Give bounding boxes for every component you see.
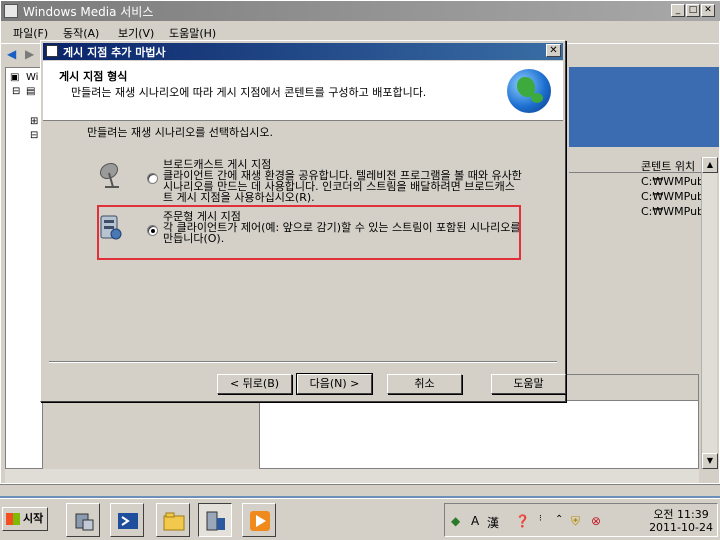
- satellite-dish-icon: [99, 162, 119, 188]
- windows-media-services-icon: [206, 511, 225, 531]
- list-row[interactable]: C:₩WMPub: [641, 175, 704, 188]
- taskbar-media-player[interactable]: [242, 503, 276, 537]
- horizontal-scrollbar[interactable]: [5, 469, 699, 483]
- list-row[interactable]: C:₩WMPub: [641, 190, 704, 203]
- server-manager-icon: [75, 513, 94, 531]
- network-warning-icon[interactable]: ⊗: [591, 514, 601, 528]
- system-tray: ◆ A 漢 ❓ ⁝ ⌃ ⛨ ⊗ 오전 11:39 2011-10-24: [444, 503, 718, 537]
- help-icon[interactable]: ❓: [515, 514, 530, 528]
- options-icon[interactable]: ⁝: [539, 514, 542, 524]
- option-broadcast-label[interactable]: 브로드캐스트 게시 지점 클라이언트 간에 재생 환경을 공유합니다. 텔레비전…: [163, 159, 523, 203]
- dialog-titlebar[interactable]: 게시 지점 추가 마법사 ✕: [43, 43, 563, 60]
- ime-hanja-indicator[interactable]: 漢: [487, 514, 499, 531]
- back-button[interactable]: < 뒤로(B): [217, 374, 292, 394]
- details-banner: [569, 67, 719, 147]
- menu-view[interactable]: 보기(V): [118, 25, 154, 41]
- taskbar-explorer[interactable]: [156, 503, 190, 537]
- ime-a-indicator[interactable]: A: [471, 514, 479, 528]
- option-broadcast: 브로드캐스트 게시 지점 클라이언트 간에 재생 환경을 공유합니다. 텔레비전…: [97, 159, 522, 203]
- status-bar: [0, 484, 720, 496]
- button-separator: [49, 361, 557, 363]
- scenario-prompt: 만들려는 재생 시나리오를 선택하십시오.: [87, 126, 274, 139]
- scroll-up-icon[interactable]: ▲: [702, 157, 718, 173]
- tree-expand-icon[interactable]: ⊞: [30, 116, 38, 127]
- taskbar-server-manager[interactable]: [66, 503, 100, 537]
- forward-arrow-icon[interactable]: ▶: [25, 47, 41, 61]
- list-row[interactable]: C:₩WMPub: [641, 205, 704, 218]
- taskbar-powershell[interactable]: [110, 503, 144, 537]
- clock-time: 오전 11:39: [653, 508, 709, 521]
- list-column-header[interactable]: 콘텐트 위치: [569, 157, 701, 173]
- show-hidden-icons-icon[interactable]: ⌃: [555, 514, 563, 525]
- media-player-icon: [250, 511, 270, 531]
- menu-action[interactable]: 동작(A): [63, 25, 99, 41]
- tree-server-icon: ▤: [26, 86, 36, 97]
- taskbar-windows-media-services[interactable]: [198, 503, 232, 537]
- tree-pane: ▣ Wi ⊟ ▤ ⊞ ⊟: [5, 67, 43, 469]
- taskbar: 시작 ◆ A 漢 ❓ ⁝ ⌃ ⛨ ⊗ 오전 11:39 2011-10-24: [0, 498, 720, 540]
- wizard-icon: [46, 45, 58, 57]
- wizard-step-subtitle: 만들려는 재생 시나리오에 따라 게시 지점에서 콘텐트를 구성하고 배포합니다…: [71, 86, 427, 99]
- selection-highlight-box: [97, 205, 521, 260]
- wizard-step-title: 게시 지점 형식: [59, 70, 128, 83]
- tree-root-icon: ▣: [10, 72, 20, 83]
- column-content-location[interactable]: 콘텐트 위치: [641, 158, 695, 174]
- clock-date: 2011-10-24: [649, 521, 713, 534]
- add-publishing-point-wizard: 게시 지점 추가 마법사 ✕ 게시 지점 형식 만들려는 재생 시나리오에 따라…: [40, 40, 566, 402]
- minimize-button[interactable]: _: [671, 4, 685, 17]
- language-bar-icon[interactable]: ◆: [451, 514, 460, 528]
- menu-help[interactable]: 도움말(H): [169, 25, 216, 41]
- scroll-down-icon[interactable]: ▼: [702, 453, 718, 469]
- window-titlebar[interactable]: Windows Media 서비스 _ □ ✕: [1, 1, 720, 21]
- tree-root-label[interactable]: Wi: [26, 72, 38, 83]
- wizard-header: 게시 지점 형식 만들려는 재생 시나리오에 따라 게시 지점에서 콘텐트를 구…: [43, 61, 563, 121]
- vertical-scrollbar[interactable]: ▲ ▼: [701, 157, 718, 469]
- app-icon: [4, 4, 18, 18]
- menu-bar: 파일(F) 동작(A) 보기(V) 도움말(H): [1, 22, 719, 42]
- dialog-title: 게시 지점 추가 마법사: [63, 46, 166, 59]
- next-button[interactable]: 다음(N) >: [296, 373, 373, 395]
- maximize-button[interactable]: □: [686, 4, 700, 17]
- tree-collapse-icon[interactable]: ⊟: [12, 86, 20, 97]
- clock[interactable]: 오전 11:39 2011-10-24: [649, 508, 713, 534]
- dialog-close-button[interactable]: ✕: [546, 44, 561, 57]
- windows-flag-icon: [6, 513, 20, 525]
- cancel-button[interactable]: 취소: [387, 374, 462, 394]
- radio-broadcast[interactable]: [147, 173, 158, 184]
- help-button[interactable]: 도움말: [491, 374, 566, 394]
- powershell-icon: [118, 513, 138, 529]
- tree-collapse-icon-2[interactable]: ⊟: [30, 130, 38, 141]
- start-label: 시작: [23, 512, 44, 525]
- back-arrow-icon[interactable]: ◀: [7, 47, 23, 61]
- globe-icon: [507, 69, 551, 113]
- menu-file[interactable]: 파일(F): [13, 25, 48, 41]
- window-title: Windows Media 서비스: [23, 5, 154, 19]
- explorer-icon: [163, 512, 185, 531]
- close-button[interactable]: ✕: [701, 4, 715, 17]
- start-button[interactable]: 시작: [2, 507, 48, 531]
- security-icon[interactable]: ⛨: [571, 514, 580, 529]
